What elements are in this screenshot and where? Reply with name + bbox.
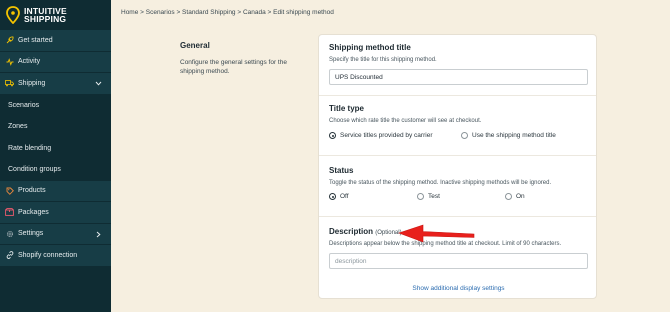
radio-unselected-icon[interactable] xyxy=(461,132,468,139)
breadcrumb[interactable]: Home > Scenarios > Standard Shipping > C… xyxy=(121,9,334,16)
radio-label: On xyxy=(516,193,525,200)
sidebar-item-packages[interactable]: Packages xyxy=(0,202,111,224)
show-additional-settings-link[interactable]: Show additional display settings xyxy=(319,285,598,292)
title-type-heading: Title type xyxy=(329,104,364,113)
title-type-option-method-title[interactable]: Use the shipping method title xyxy=(461,132,556,139)
method-title-help: Specify the title for this shipping meth… xyxy=(329,57,437,63)
sidebar-item-label: Activity xyxy=(18,58,41,66)
section-divider xyxy=(319,95,596,96)
sidebar-item-scenarios[interactable]: Scenarios xyxy=(0,95,111,117)
sidebar-item-label: Products xyxy=(18,187,46,195)
radio-label: Test xyxy=(428,193,440,200)
location-pin-icon xyxy=(6,6,20,24)
sidebar-item-label: Shopify connection xyxy=(18,251,78,259)
sidebar-item-label: Get started xyxy=(18,36,53,44)
sidebar-item-label: Shipping xyxy=(18,79,46,87)
tag-icon xyxy=(5,186,14,195)
gear-icon xyxy=(5,229,14,238)
brand-line-2: SHIPPING xyxy=(24,14,67,24)
status-option-on[interactable]: On xyxy=(505,193,525,200)
activity-icon xyxy=(5,57,14,66)
method-title-heading: Shipping method title xyxy=(329,43,411,52)
status-help: Toggle the status of the shipping method… xyxy=(329,180,552,186)
sidebar-item-shopify-connection[interactable]: Shopify connection xyxy=(0,245,111,267)
method-title-section: Shipping method title Specify the title … xyxy=(329,43,586,63)
section-divider xyxy=(319,216,596,217)
sidebar-item-shipping[interactable]: Shipping xyxy=(0,73,111,95)
radio-selected-icon[interactable] xyxy=(329,132,336,139)
title-type-section: Title type Choose which rate title the c… xyxy=(329,104,586,124)
sidebar-item-label: Rate blending xyxy=(8,144,52,152)
radio-label: Use the shipping method title xyxy=(472,132,556,139)
brand-name: INTUITIVE SHIPPING xyxy=(24,6,67,24)
status-option-off[interactable]: Off xyxy=(329,193,349,200)
title-type-options: Service titles provided by carrier Use t… xyxy=(329,132,586,142)
radio-unselected-icon[interactable] xyxy=(417,193,424,200)
sidebar-item-rate-blending[interactable]: Rate blending xyxy=(0,138,111,160)
sidebar-item-label: Scenarios xyxy=(8,101,40,109)
sidebar-item-label: Condition groups xyxy=(8,166,61,174)
sidebar-item-settings[interactable]: Settings xyxy=(0,223,111,245)
status-heading: Status xyxy=(329,166,354,175)
sidebar-item-label: Packages xyxy=(18,208,49,216)
annotation-arrow-icon xyxy=(398,224,475,243)
radio-label: Off xyxy=(340,193,349,200)
truck-icon xyxy=(5,79,14,88)
method-title-input[interactable] xyxy=(329,69,588,85)
package-icon xyxy=(5,208,14,217)
description-heading-text: Description xyxy=(329,227,374,236)
general-section-description: Configure the general settings for the s… xyxy=(180,59,287,75)
sidebar: INTUITIVE SHIPPING Get started Activity … xyxy=(0,0,111,312)
radio-unselected-icon[interactable] xyxy=(505,193,512,200)
chevron-right-icon[interactable] xyxy=(94,230,103,239)
link-icon xyxy=(5,251,14,260)
section-divider xyxy=(319,155,596,156)
rocket-icon xyxy=(5,36,14,45)
radio-selected-icon[interactable] xyxy=(329,193,336,200)
brand-logo[interactable]: INTUITIVE SHIPPING xyxy=(0,0,111,30)
sidebar-item-label: Zones xyxy=(8,123,28,131)
sidebar-item-label: Settings xyxy=(18,230,44,238)
general-section-title: General xyxy=(180,41,210,50)
sidebar-item-get-started[interactable]: Get started xyxy=(0,30,111,52)
chevron-down-icon[interactable] xyxy=(94,79,103,88)
radio-label: Service titles provided by carrier xyxy=(340,132,433,139)
sidebar-item-condition-groups[interactable]: Condition groups xyxy=(0,159,111,181)
shipping-method-settings-card: Shipping method title Specify the title … xyxy=(318,34,597,299)
description-input[interactable] xyxy=(329,253,588,269)
sidebar-item-products[interactable]: Products xyxy=(0,180,111,202)
status-options: Off Test On xyxy=(329,193,586,203)
title-type-option-carrier[interactable]: Service titles provided by carrier xyxy=(329,132,432,139)
status-section: Status Toggle the status of the shipping… xyxy=(329,166,586,186)
title-type-help: Choose which rate title the customer wil… xyxy=(329,118,482,124)
sidebar-item-zones[interactable]: Zones xyxy=(0,116,111,138)
status-option-test[interactable]: Test xyxy=(417,193,440,200)
sidebar-item-activity[interactable]: Activity xyxy=(0,51,111,73)
